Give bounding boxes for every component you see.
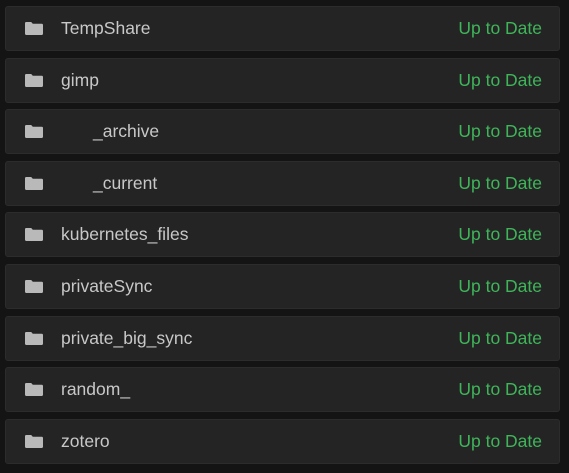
folder-status: Up to Date xyxy=(458,379,542,400)
folder-row[interactable]: _current Up to Date xyxy=(5,160,560,206)
folder-name: _archive xyxy=(93,121,160,142)
folder-row[interactable]: privateSync Up to Date xyxy=(5,263,560,309)
folder-icon xyxy=(25,383,43,397)
folder-icon xyxy=(25,434,43,448)
folder-list: TempShare Up to Date gimp Up to Date _archiv… xyxy=(5,6,560,470)
folder-icon xyxy=(25,73,43,87)
folder-name: private_big_sync xyxy=(61,327,193,348)
folder-status: Up to Date xyxy=(458,121,542,142)
folder-status: Up to Date xyxy=(458,327,542,348)
folder-name: privateSync xyxy=(61,275,153,296)
folder-name: zotero xyxy=(61,430,110,451)
folder-status: Up to Date xyxy=(458,430,542,451)
folder-icon xyxy=(25,279,43,293)
folder-icon xyxy=(25,228,43,242)
folder-status: Up to Date xyxy=(458,275,542,296)
folder-row[interactable]: TempShare Up to Date xyxy=(5,6,560,51)
folder-status: Up to Date xyxy=(458,18,542,38)
folder-status: Up to Date xyxy=(458,224,542,245)
folder-icon xyxy=(25,22,43,35)
folder-name: _current xyxy=(93,172,158,193)
folder-name: gimp xyxy=(61,69,99,90)
folder-row[interactable]: random_ Up to Date xyxy=(5,367,560,413)
folder-icon xyxy=(25,331,43,345)
folder-icon xyxy=(25,125,43,139)
folder-row[interactable]: _archive Up to Date xyxy=(5,109,560,155)
folder-name: random_ xyxy=(61,379,131,400)
folder-row[interactable]: kubernetes_files Up to Date xyxy=(5,212,560,258)
folder-row[interactable]: private_big_sync Up to Date xyxy=(5,315,560,361)
folder-row[interactable]: zotero Up to Date xyxy=(5,418,560,464)
folder-name: TempShare xyxy=(61,18,151,38)
folder-name: kubernetes_files xyxy=(61,224,189,245)
folder-status: Up to Date xyxy=(458,172,542,193)
folder-status: Up to Date xyxy=(458,69,542,90)
folder-row[interactable]: gimp Up to Date xyxy=(5,57,560,103)
folder-icon xyxy=(25,176,43,190)
